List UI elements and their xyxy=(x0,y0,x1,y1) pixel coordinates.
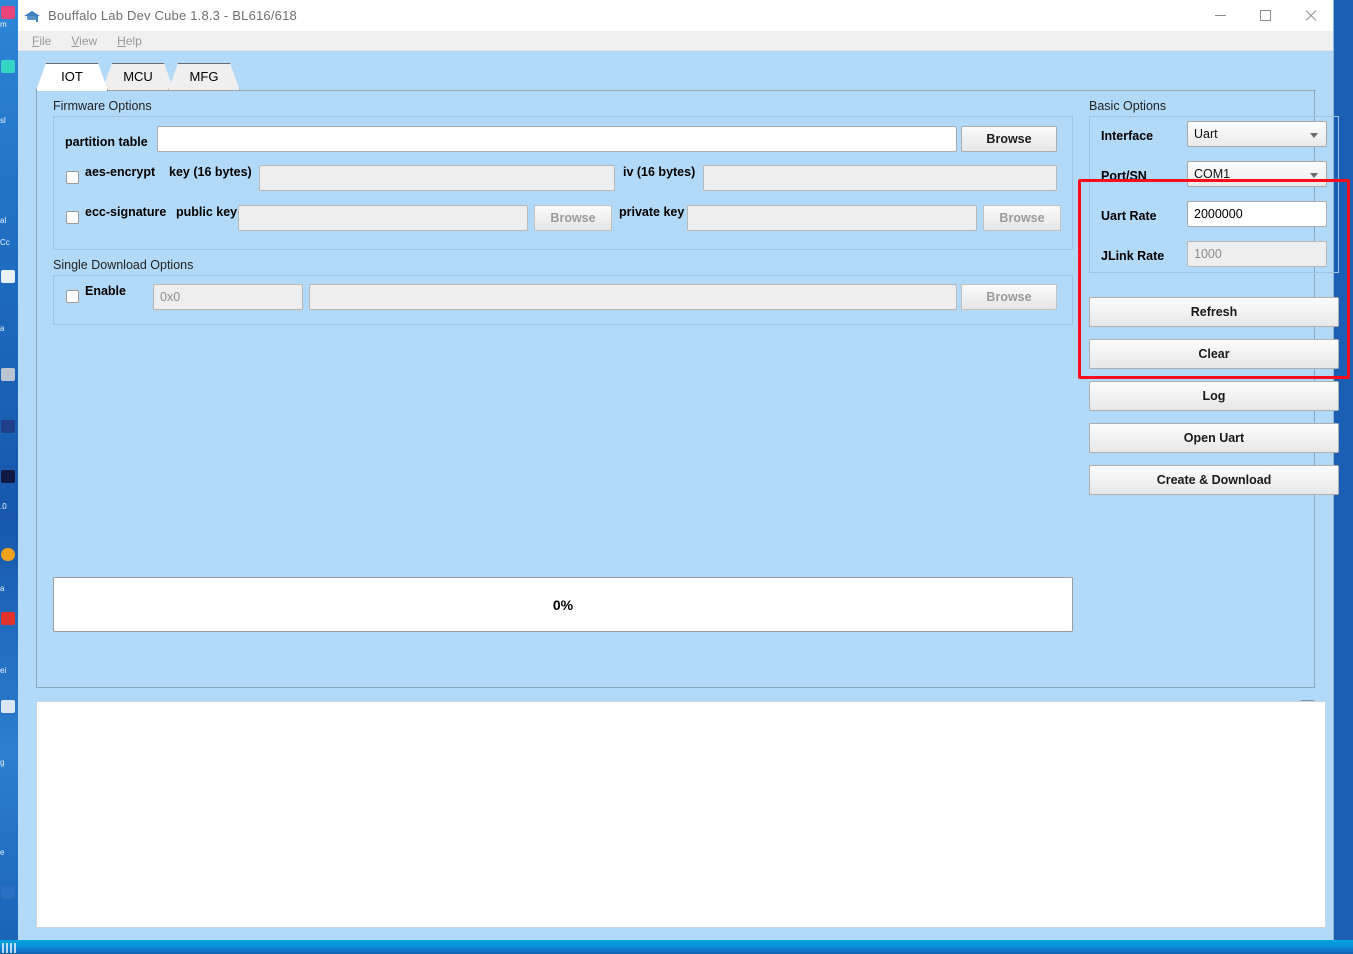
desktop-icon xyxy=(1,700,15,713)
menu-label: ile xyxy=(39,33,52,48)
browse-private-key-button[interactable]: Browse xyxy=(983,205,1061,231)
desktop-icon xyxy=(1,60,15,73)
log-output-area[interactable] xyxy=(36,701,1326,928)
interface-combobox[interactable]: Uart xyxy=(1187,121,1327,147)
menu-label: iew xyxy=(79,33,98,48)
jlink-rate-input[interactable]: 1000 xyxy=(1187,241,1327,267)
chevron-down-icon xyxy=(1310,173,1318,178)
ecc-signature-checkbox[interactable] xyxy=(66,211,79,224)
desktop-icon xyxy=(1,470,15,483)
desktop-background-sliver: m sl al Cc a .0 a ei g e xyxy=(0,0,18,940)
desktop-icon-label: ei xyxy=(0,666,7,675)
desktop-icon xyxy=(1,612,15,625)
tab-mcu[interactable]: MCU xyxy=(102,63,174,91)
menu-label: elp xyxy=(125,33,142,48)
basic-options-title: Basic Options xyxy=(1089,99,1167,113)
private-key-input[interactable] xyxy=(687,205,977,231)
single-download-options-title: Single Download Options xyxy=(53,258,194,272)
single-download-address-input[interactable]: 0x0 xyxy=(153,284,303,310)
single-download-enable-label: Enable xyxy=(85,284,126,298)
firmware-options-title: Firmware Options xyxy=(53,99,152,113)
partition-table-input[interactable] xyxy=(157,126,957,152)
chevron-down-icon xyxy=(1310,133,1318,138)
interface-label: Interface xyxy=(1101,129,1154,143)
port-sn-value: COM1 xyxy=(1194,167,1231,181)
port-sn-combobox[interactable]: COM1 xyxy=(1187,161,1327,187)
application-window: Bouffalo Lab Dev Cube 1.8.3 - BL616/618 … xyxy=(18,0,1350,940)
menu-item-file[interactable]: File xyxy=(32,34,51,48)
aes-iv-label: iv (16 bytes) xyxy=(623,165,696,179)
create-and-download-button[interactable]: Create & Download xyxy=(1089,465,1339,495)
ecc-signature-label: ecc-signature xyxy=(85,205,167,219)
desktop-icon-label: e xyxy=(0,848,5,857)
desktop-icon xyxy=(1,270,15,283)
public-key-label: public key xyxy=(176,205,238,219)
jlink-rate-label: JLink Rate xyxy=(1101,249,1165,263)
aes-encrypt-label: aes-encrypt xyxy=(85,165,156,179)
desktop-icon-label: m xyxy=(0,20,7,29)
uart-rate-label: Uart Rate xyxy=(1101,209,1157,223)
desktop-icon xyxy=(1,368,15,381)
open-uart-button[interactable]: Open Uart xyxy=(1089,423,1339,453)
aes-key-input[interactable] xyxy=(259,165,615,191)
refresh-button[interactable]: Refresh xyxy=(1089,297,1339,327)
aes-key-label: key (16 bytes) xyxy=(169,165,252,179)
desktop-icon-label: al xyxy=(0,216,7,225)
single-download-file-input[interactable] xyxy=(309,284,957,310)
download-progress-bar: 0% xyxy=(53,577,1073,632)
interface-value: Uart xyxy=(1194,127,1218,141)
desktop-icon-label: g xyxy=(0,758,5,767)
single-download-browse-button[interactable]: Browse xyxy=(961,284,1057,310)
graduation-cap-icon xyxy=(24,8,40,24)
uart-rate-input[interactable]: 2000000 xyxy=(1187,201,1327,227)
taskbar xyxy=(0,940,1353,954)
title-bar: Bouffalo Lab Dev Cube 1.8.3 - BL616/618 xyxy=(18,0,1333,31)
close-button[interactable] xyxy=(1288,0,1333,31)
aes-encrypt-checkbox[interactable] xyxy=(66,171,79,184)
menu-mnemonic: V xyxy=(71,33,80,48)
log-button[interactable]: Log xyxy=(1089,381,1339,411)
public-key-input[interactable] xyxy=(238,205,528,231)
desktop-icon-label: Cc xyxy=(0,238,10,247)
partition-table-label: partition table xyxy=(65,135,148,149)
menu-item-view[interactable]: View xyxy=(71,34,97,48)
menu-item-help[interactable]: Help xyxy=(117,34,142,48)
port-sn-label: Port/SN xyxy=(1101,169,1147,183)
desktop-icon xyxy=(1,420,15,433)
desktop-icon-label: a xyxy=(0,584,5,593)
maximize-button[interactable] xyxy=(1243,0,1288,31)
tab-iot[interactable]: IOT xyxy=(36,63,108,91)
menu-bar: File View Help xyxy=(18,31,1333,51)
browse-partition-table-button[interactable]: Browse xyxy=(961,126,1057,152)
desktop-icon xyxy=(1,548,15,561)
tab-mfg[interactable]: MFG xyxy=(168,63,240,91)
minimize-button[interactable] xyxy=(1198,0,1243,31)
taskbar-grip xyxy=(2,943,16,953)
private-key-label: private key xyxy=(619,205,685,219)
menu-mnemonic: H xyxy=(117,33,126,48)
desktop-icon xyxy=(1,886,15,899)
tab-bar: IOT MCU MFG xyxy=(18,61,1333,91)
clear-button[interactable]: Clear xyxy=(1089,339,1339,369)
window-title: Bouffalo Lab Dev Cube 1.8.3 - BL616/618 xyxy=(48,8,297,23)
browse-public-key-button[interactable]: Browse xyxy=(534,205,612,231)
aes-iv-input[interactable] xyxy=(703,165,1057,191)
desktop-icon-label: .0 xyxy=(0,502,7,511)
iot-tab-page: Firmware Options partition table Browse … xyxy=(36,91,1350,688)
desktop-icon-label: sl xyxy=(0,116,6,125)
desktop-icon-label: a xyxy=(0,324,5,333)
single-download-enable-checkbox[interactable] xyxy=(66,290,79,303)
progress-percent-label: 0% xyxy=(552,596,574,613)
